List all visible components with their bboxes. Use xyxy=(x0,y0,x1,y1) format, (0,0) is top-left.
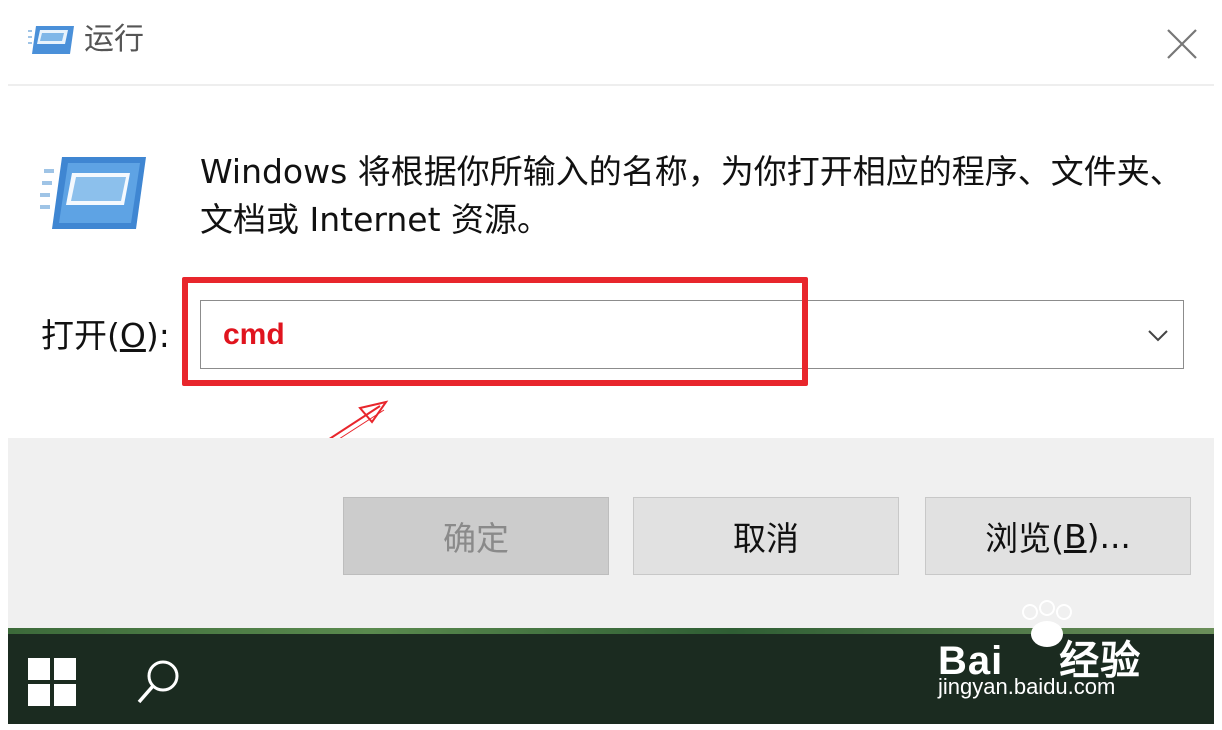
open-field-label: 打开(O): xyxy=(41,312,170,360)
close-icon[interactable] xyxy=(1160,22,1204,66)
browse-label-hotkey: B xyxy=(1063,516,1087,556)
chevron-down-icon[interactable] xyxy=(1145,323,1171,347)
open-label-suffix: ): xyxy=(145,316,170,355)
watermark-url: jingyan.baidu.com xyxy=(938,674,1116,699)
title-separator xyxy=(8,84,1214,86)
open-label-prefix: 打开( xyxy=(41,316,120,355)
windows-logo-icon[interactable] xyxy=(28,658,76,706)
open-label-hotkey: O xyxy=(119,316,146,355)
run-app-icon xyxy=(40,157,146,229)
highlight-box xyxy=(182,277,808,386)
cancel-button[interactable]: 取消 xyxy=(633,497,899,575)
browse-label-suffix: )... xyxy=(1086,516,1131,556)
window-title: 运行 xyxy=(84,22,144,57)
title-bar: 运行 xyxy=(0,0,1222,84)
search-icon[interactable] xyxy=(133,656,185,708)
browse-button[interactable]: 浏览(B)... xyxy=(925,497,1191,575)
baidu-watermark: Bai 经验 jingyan.baidu.com xyxy=(938,600,1168,710)
browse-label-prefix: 浏览( xyxy=(985,519,1064,558)
dialog-description: Windows 将根据你所输入的名称，为你打开相应的程序、文件夹、文档或 Int… xyxy=(200,152,1183,239)
run-app-icon xyxy=(28,26,74,54)
ok-button[interactable]: 确定 xyxy=(343,497,609,575)
